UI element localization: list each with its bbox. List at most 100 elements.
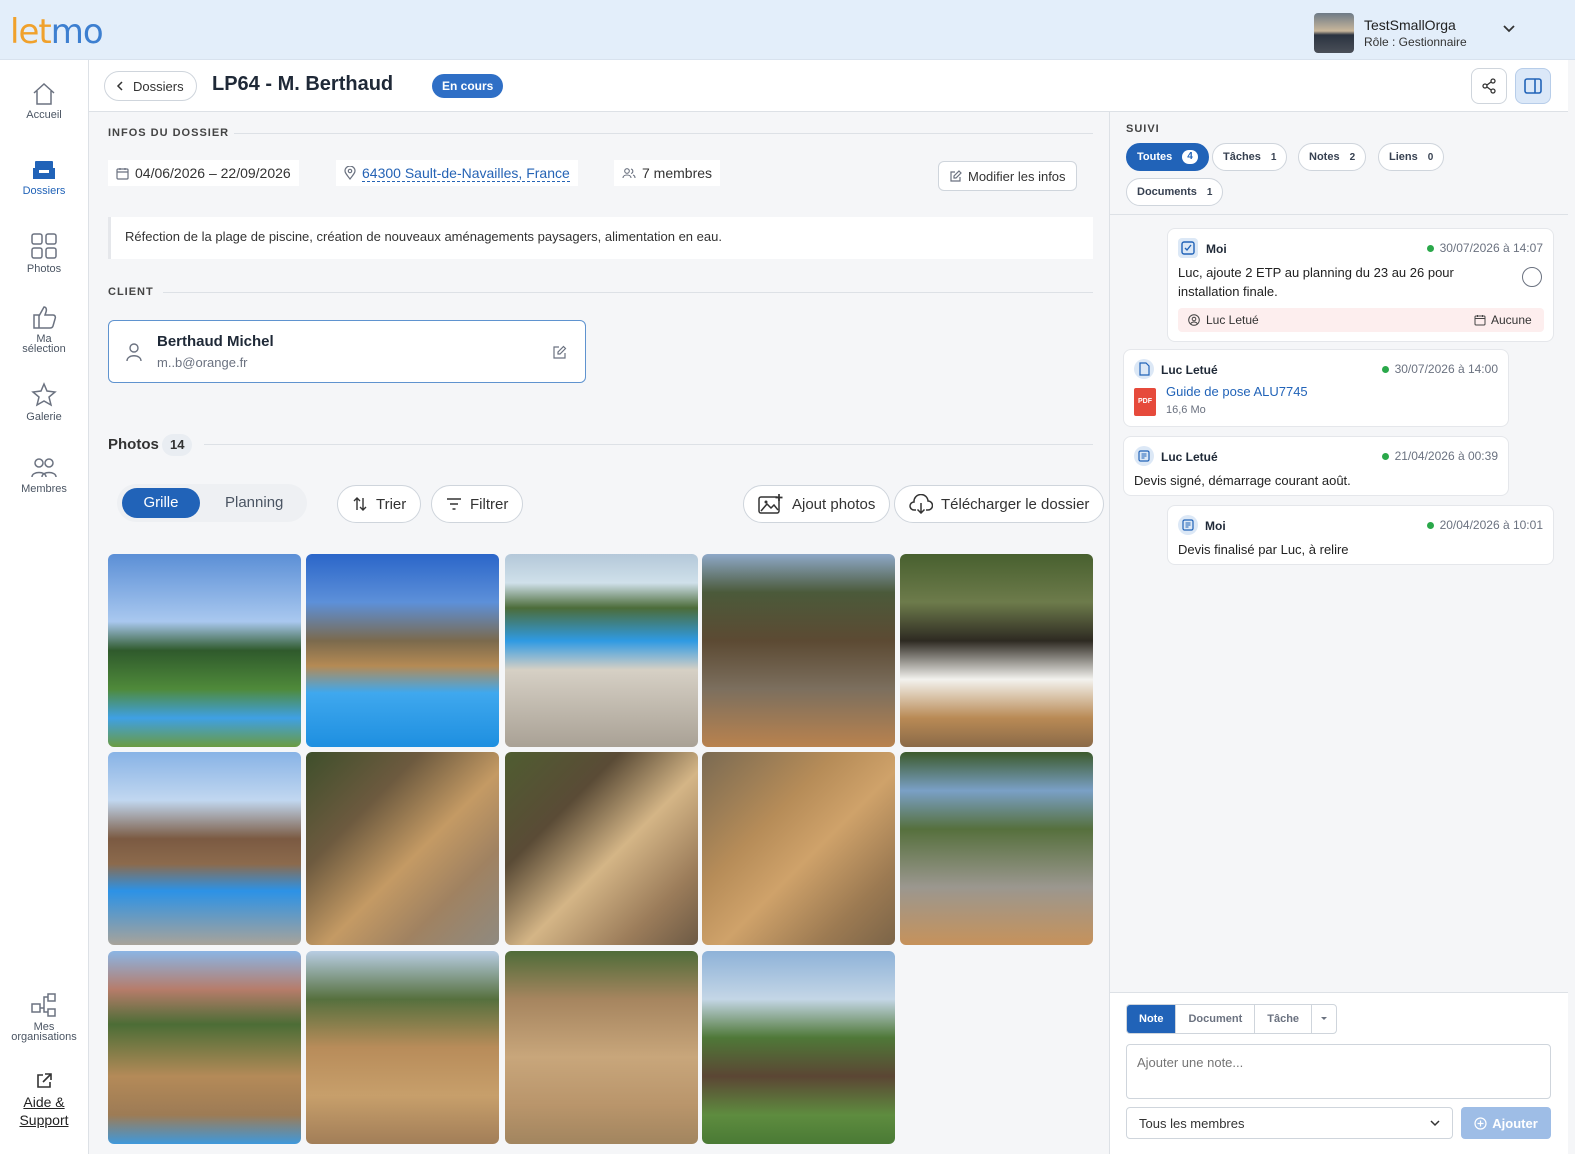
photo-thumbnail[interactable] <box>505 554 698 747</box>
photo-thumbnail[interactable] <box>108 951 301 1144</box>
photos-count: 14 <box>162 434 193 456</box>
photo-thumbnail[interactable] <box>306 951 499 1144</box>
entry-text: Devis finalisé par Luc, à relire <box>1178 542 1349 557</box>
add-photos-button[interactable]: Ajout photos <box>743 485 891 523</box>
photo-thumbnail[interactable] <box>505 951 698 1144</box>
edit-info-button[interactable]: Modifier les infos <box>938 161 1077 191</box>
document-icon <box>1134 359 1154 379</box>
org-name: TestSmallOrga <box>1364 17 1456 33</box>
sort-button[interactable]: Trier <box>337 485 422 523</box>
task-meta-bar: Luc Letué Aucune <box>1178 308 1544 332</box>
entry-date: 30/07/2026 à 14:07 <box>1426 241 1543 255</box>
org-switcher[interactable]: TestSmallOrga Rôle : Gestionnaire <box>1314 13 1467 53</box>
status-dot <box>1426 521 1434 529</box>
note-icon <box>1178 515 1198 535</box>
divider <box>234 133 1093 134</box>
chevron-left-icon <box>116 81 123 91</box>
cloud-download-icon <box>909 494 933 514</box>
client-card[interactable]: Berthaud Michel m..b@orange.fr <box>108 320 586 383</box>
members-count[interactable]: 7 membres <box>614 160 721 186</box>
pdf-file-icon: PDF <box>1134 388 1156 416</box>
mode-document-button[interactable]: Document <box>1176 1005 1256 1033</box>
task-assignee[interactable]: Luc Letué <box>1206 313 1259 327</box>
task-complete-checkbox[interactable] <box>1522 267 1542 287</box>
nav-photos[interactable]: Photos <box>0 232 88 275</box>
mode-more-button[interactable] <box>1312 1005 1336 1033</box>
note-entry: Moi 20/04/2026 à 10:01 Devis finalisé pa… <box>1167 505 1554 565</box>
audience-select[interactable]: Tous les membres <box>1126 1107 1453 1139</box>
edit-icon[interactable] <box>552 345 567 360</box>
location-link[interactable]: 64300 Sault-de-Navailles, France <box>362 165 570 182</box>
tab-all[interactable]: Toutes 4 <box>1126 143 1209 171</box>
filter-button[interactable]: Filtrer <box>431 485 524 523</box>
view-planning-button[interactable]: Planning <box>225 488 295 518</box>
photo-thumbnail[interactable] <box>900 752 1093 945</box>
mode-task-button[interactable]: Tâche <box>1255 1005 1313 1033</box>
photos-title: Photos <box>108 436 159 453</box>
task-entry: Moi 30/07/2026 à 14:07 Luc, ajoute 2 ETP… <box>1167 228 1554 342</box>
tab-links[interactable]: Liens 0 <box>1378 143 1445 171</box>
note-entry: Luc Letué 21/04/2026 à 00:39 Devis signé… <box>1123 436 1509 496</box>
add-note-button[interactable]: Ajouter <box>1461 1107 1551 1139</box>
photo-thumbnail[interactable] <box>505 752 698 945</box>
date-range: 04/06/2026 – 22/09/2026 <box>108 160 299 186</box>
info-section-label: INFOS DU DOSSIER <box>108 127 230 139</box>
photo-thumbnail[interactable] <box>702 951 895 1144</box>
status-badge: En cours <box>432 74 504 98</box>
users-icon <box>622 168 636 179</box>
share-icon <box>1482 78 1496 94</box>
photo-thumbnail[interactable] <box>702 554 895 747</box>
location[interactable]: 64300 Sault-de-Navailles, France <box>336 160 578 186</box>
view-grid-button[interactable]: Grille <box>122 488 200 518</box>
task-icon <box>1178 238 1198 258</box>
folder-description: Réfection de la plage de piscine, créati… <box>108 217 1093 259</box>
mode-note-button[interactable]: Note <box>1127 1005 1177 1033</box>
note-input[interactable] <box>1126 1044 1551 1099</box>
document-link[interactable]: Guide de pose ALU7745 <box>1166 384 1308 399</box>
tab-tasks[interactable]: Tâches 1 <box>1212 143 1288 171</box>
sidebar-panel-icon <box>1524 78 1542 94</box>
tab-notes[interactable]: Notes 2 <box>1298 143 1367 171</box>
letmo-logo[interactable]: letmo <box>10 12 104 52</box>
photo-thumbnail[interactable] <box>900 554 1093 747</box>
photo-thumbnail[interactable] <box>702 752 895 945</box>
folder-header: Dossiers LP64 - M. Berthaud En cours <box>89 60 1568 112</box>
external-link-icon <box>37 1073 52 1088</box>
entry-date: 21/04/2026 à 00:39 <box>1381 449 1498 463</box>
status-dot <box>1426 244 1434 252</box>
top-bar: letmo TestSmallOrga Rôle : Gestionnaire <box>0 0 1575 60</box>
task-due-date[interactable]: Aucune <box>1491 313 1532 327</box>
photo-thumbnail[interactable] <box>108 554 301 747</box>
nav-help[interactable]: Aide & Support <box>0 1072 88 1129</box>
filter-icon <box>447 498 461 510</box>
side-nav: Accueil Dossiers Photos Ma sélection Gal… <box>0 60 89 1154</box>
document-entry: Luc Letué 30/07/2026 à 14:00 PDF Guide d… <box>1123 349 1509 427</box>
photo-thumbnail[interactable] <box>108 752 301 945</box>
composer-mode-toggle: Note Document Tâche <box>1126 1004 1338 1034</box>
photo-thumbnail[interactable] <box>306 554 499 747</box>
share-button[interactable] <box>1471 68 1507 104</box>
nav-home[interactable]: Accueil <box>0 82 88 121</box>
folder-tray-icon <box>33 161 55 179</box>
suivi-section-label: SUIVI <box>1126 123 1160 135</box>
nav-gallery[interactable]: Galerie <box>0 382 88 423</box>
back-to-folders-button[interactable]: Dossiers <box>104 71 197 101</box>
toggle-panel-button[interactable] <box>1515 68 1551 104</box>
org-avatar <box>1314 13 1354 53</box>
nav-members[interactable]: Membres <box>0 456 88 495</box>
nav-folders[interactable]: Dossiers <box>0 158 88 197</box>
entry-author: Luc Letué <box>1161 450 1218 464</box>
calendar-icon <box>1474 315 1486 326</box>
grid-icon <box>31 233 57 259</box>
photo-thumbnail[interactable] <box>306 752 499 945</box>
note-icon <box>1134 446 1154 466</box>
download-folder-button[interactable]: Télécharger le dossier <box>894 485 1105 523</box>
status-dot <box>1381 452 1389 460</box>
nav-organizations[interactable]: Mes organisations <box>0 992 88 1043</box>
org-tree-icon <box>31 993 56 1017</box>
tab-documents[interactable]: Documents 1 <box>1126 178 1224 206</box>
chevron-down-icon[interactable] <box>1502 22 1516 36</box>
nav-selection[interactable]: Ma sélection <box>0 304 88 355</box>
divider <box>204 444 1093 445</box>
entry-author: Moi <box>1206 242 1227 256</box>
